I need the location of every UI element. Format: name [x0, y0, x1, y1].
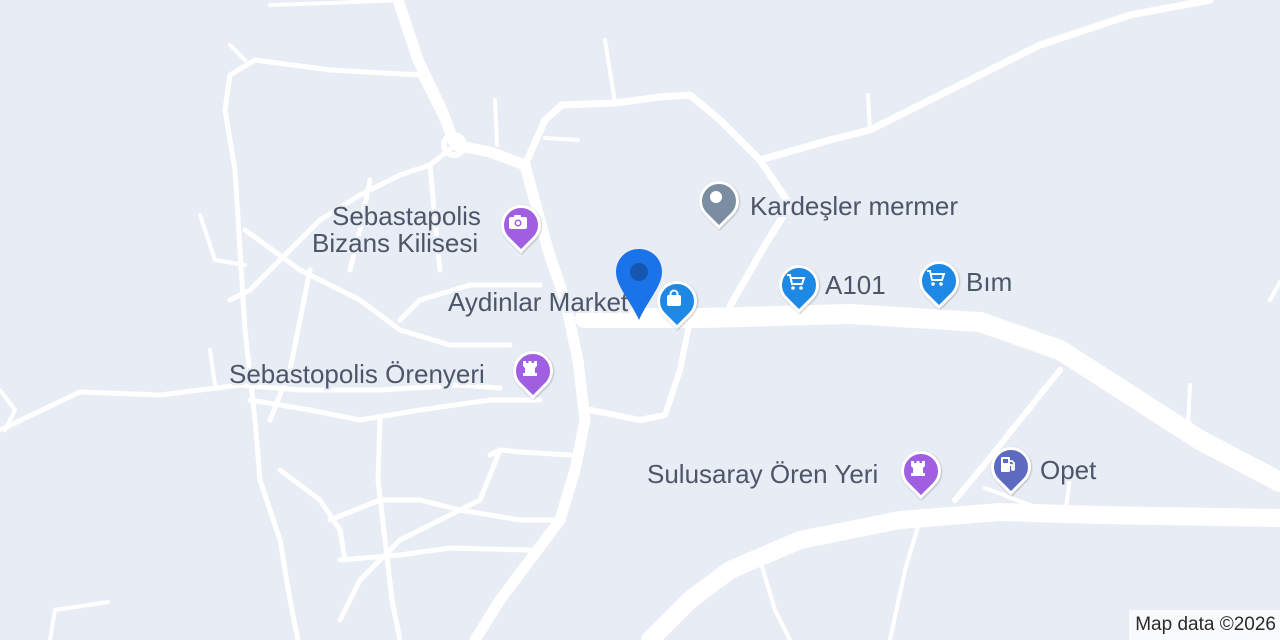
poi-label-a101[interactable]: A101	[825, 271, 886, 299]
poi-label-bim[interactable]: Bım	[966, 268, 1012, 296]
shopping-cart-icon	[916, 258, 956, 298]
shopping-cart-icon	[776, 262, 816, 302]
poi-label-aydinlar[interactable]: Aydinlar Market	[448, 288, 628, 316]
castle-icon	[898, 448, 938, 488]
poi-label-opet[interactable]: Opet	[1040, 456, 1096, 484]
poi-label-kardesler[interactable]: Kardeşler mermer	[750, 192, 958, 220]
castle-icon	[510, 348, 550, 388]
poi-label-sebastapolis-line2[interactable]: Bizans Kilisesi	[312, 229, 478, 257]
map-attribution: Map data ©2026	[1129, 610, 1280, 640]
poi-label-sebastapolis-line1[interactable]: Sebastapolis	[332, 202, 481, 230]
fuel-pump-icon	[988, 444, 1028, 484]
location-marker-icon[interactable]	[612, 246, 666, 322]
poi-label-sulusaray[interactable]: Sulusaray Ören Yeri	[647, 460, 878, 488]
camera-icon	[498, 202, 538, 242]
place-dot-icon	[696, 178, 736, 218]
poi-label-sebastopolis-orenyeri[interactable]: Sebastopolis Örenyeri	[229, 360, 485, 388]
